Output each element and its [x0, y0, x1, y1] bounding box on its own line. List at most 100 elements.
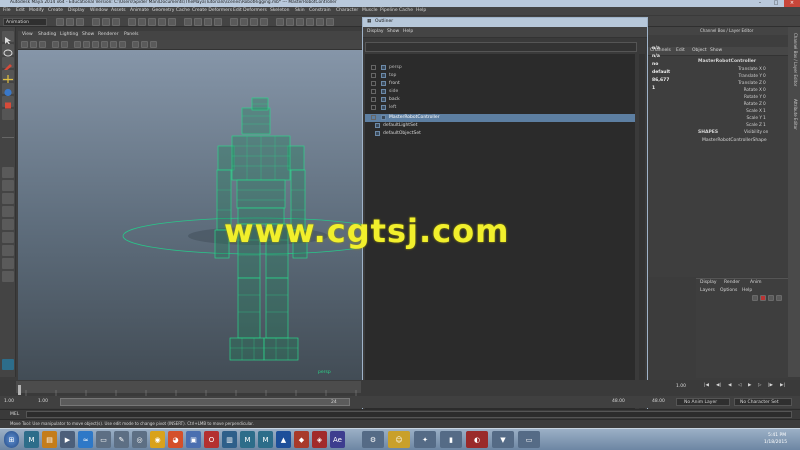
layer-tab-display[interactable]: Display: [700, 280, 717, 286]
taskbar-maya-icon[interactable]: M: [24, 431, 39, 448]
range-slider[interactable]: 24: [60, 398, 350, 406]
attribute-toggle-icon[interactable]: [286, 18, 294, 26]
outliner-menu-show[interactable]: Show: [387, 29, 399, 35]
time-slider[interactable]: [16, 381, 361, 396]
step-forward-key-icon[interactable]: |▶: [768, 383, 773, 389]
attr-rotate-z-label[interactable]: Rotate Z: [744, 102, 762, 107]
attr-scale-x-label[interactable]: Scale X: [746, 109, 762, 114]
mask-surfaces-icon[interactable]: [158, 18, 166, 26]
command-input[interactable]: [26, 411, 792, 418]
layout-hypershade-icon[interactable]: [2, 232, 14, 243]
mask-handles-icon[interactable]: [128, 18, 136, 26]
taskbar-ae-icon[interactable]: Ae: [330, 431, 345, 448]
outliner-item-selected[interactable]: MasterRobotController: [365, 114, 635, 122]
bookmark-icon[interactable]: [39, 41, 46, 48]
menu-constrain[interactable]: Constrain: [309, 8, 331, 14]
layer-menu-layers[interactable]: Layers: [700, 288, 715, 294]
taskbar-app9-icon[interactable]: ◈: [312, 431, 327, 448]
rotate-tool-icon[interactable]: [2, 83, 14, 97]
step-back-key-icon[interactable]: ◀|: [716, 383, 721, 389]
menu-edit-deformers[interactable]: Edit Deformers: [233, 8, 267, 14]
menu-skeleton[interactable]: Skeleton: [270, 8, 289, 14]
move-layer-up-icon[interactable]: [768, 295, 774, 301]
outliner-scrollbar[interactable]: [639, 54, 645, 434]
layout-four-icon[interactable]: [2, 180, 14, 191]
start-time-field[interactable]: 1.00: [4, 399, 14, 405]
character-set-select[interactable]: No Character Set: [734, 398, 792, 406]
taskbar-app3-icon[interactable]: ✎: [114, 431, 129, 448]
layout-outliner-icon[interactable]: [2, 206, 14, 217]
vp-menu-renderer[interactable]: Renderer: [98, 32, 119, 38]
snap-point-icon[interactable]: [204, 18, 212, 26]
attr-visibility-value[interactable]: on: [763, 130, 768, 135]
snap-grid-icon[interactable]: [184, 18, 192, 26]
expand-toggle-icon[interactable]: [371, 115, 376, 120]
go-to-end-icon[interactable]: ▶|: [780, 383, 785, 389]
layout-side-icon[interactable]: [2, 193, 14, 204]
outliner-item[interactable]: front: [365, 80, 635, 88]
lights-icon[interactable]: [110, 41, 117, 48]
attr-scale-z-label[interactable]: Scale Z: [746, 123, 762, 128]
layer-toggle-icon[interactable]: [316, 18, 324, 26]
outliner-item[interactable]: defaultObjectSet: [365, 130, 635, 138]
layer-menu-options[interactable]: Options: [720, 288, 737, 294]
textured-icon[interactable]: [101, 41, 108, 48]
xray-icon[interactable]: [132, 41, 139, 48]
attr-translate-z-value[interactable]: 0: [763, 81, 766, 86]
taskbar-app8-icon[interactable]: ◆: [294, 431, 309, 448]
menu-pipeline-cache[interactable]: Pipeline Cache: [380, 8, 413, 14]
menu-display[interactable]: Display: [68, 8, 85, 14]
taskbar-app-icon[interactable]: ≈: [78, 431, 93, 448]
go-to-start-icon[interactable]: |◀: [704, 383, 709, 389]
modeling-toolkit-icon[interactable]: [326, 18, 334, 26]
new-layer-icon[interactable]: [752, 295, 758, 301]
attr-translate-y-value[interactable]: 0: [763, 74, 766, 79]
attr-scale-x-value[interactable]: 1: [763, 109, 766, 114]
menu-set-select[interactable]: Animation: [3, 18, 47, 26]
expand-toggle-icon[interactable]: [371, 73, 376, 78]
scale-tool-icon[interactable]: [2, 96, 14, 109]
taskbar-app5-icon[interactable]: ▣: [186, 431, 201, 448]
expand-toggle-icon[interactable]: [371, 105, 376, 110]
outliner-item[interactable]: left: [365, 104, 635, 112]
menu-character[interactable]: Character: [336, 8, 358, 14]
camera-select-icon[interactable]: [21, 41, 28, 48]
select-tool-icon[interactable]: [2, 31, 14, 45]
taskbar-app15-icon[interactable]: ▼: [492, 431, 514, 448]
menu-create-deformers[interactable]: Create Deformers: [192, 8, 232, 14]
layer-tab-render[interactable]: Render: [724, 280, 740, 286]
sidebar-toggle-icon[interactable]: [276, 18, 284, 26]
menu-file[interactable]: File: [3, 8, 11, 14]
xray-joints-icon[interactable]: [141, 41, 148, 48]
menu-edit[interactable]: Edit: [16, 8, 25, 14]
taskbar-app13-icon[interactable]: ▮: [440, 431, 462, 448]
select-object-icon[interactable]: [102, 18, 110, 26]
perspective-viewport[interactable]: View Shading Lighting Show Renderer Pane…: [18, 31, 363, 381]
vp-menu-panels[interactable]: Panels: [124, 32, 138, 38]
paint-select-tool-icon[interactable]: [2, 57, 14, 71]
wireframe-icon[interactable]: [74, 41, 81, 48]
render-frame-icon[interactable]: [240, 18, 248, 26]
anim-layer-select[interactable]: No Anim Layer: [676, 398, 730, 406]
system-clock[interactable]: 5:41 PM 1/18/2015: [760, 430, 798, 450]
isolate-select-icon[interactable]: [150, 41, 157, 48]
menu-window[interactable]: Window: [90, 8, 108, 14]
attr-rotate-x-label[interactable]: Rotate X: [744, 88, 762, 93]
smooth-shade-icon[interactable]: [83, 41, 90, 48]
camera-attr-icon[interactable]: [30, 41, 37, 48]
taskbar-app2-icon[interactable]: ▭: [96, 431, 111, 448]
taskbar-app4-icon[interactable]: ◎: [132, 431, 147, 448]
mask-deform-icon[interactable]: [168, 18, 176, 26]
channel-object-name[interactable]: MasterRobotController: [698, 59, 756, 65]
range-start-field[interactable]: 1.00: [38, 399, 48, 405]
new-layer-selected-icon[interactable]: [760, 295, 766, 301]
attr-rotate-x-value[interactable]: 0: [763, 88, 766, 93]
expand-toggle-icon[interactable]: [371, 65, 376, 70]
taskbar-media-icon[interactable]: ▶: [60, 431, 75, 448]
attr-translate-y-label[interactable]: Translate Y: [738, 74, 762, 79]
attr-translate-z-label[interactable]: Translate Z: [738, 81, 762, 86]
layout-dope-icon[interactable]: [2, 245, 14, 256]
start-button[interactable]: ⊞: [4, 431, 19, 448]
attr-scale-y-value[interactable]: 1: [763, 116, 766, 121]
select-hierarchy-icon[interactable]: [92, 18, 100, 26]
